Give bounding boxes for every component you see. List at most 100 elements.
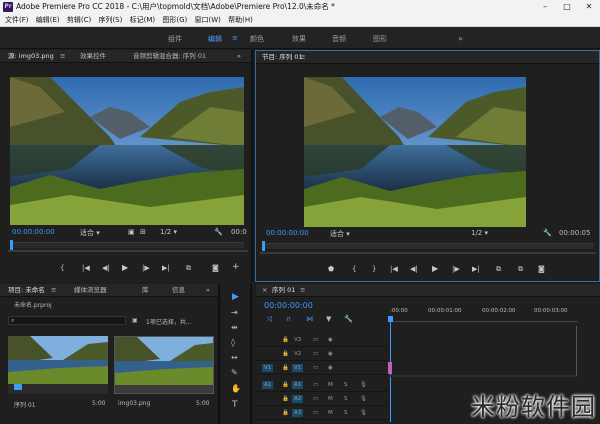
track-label[interactable]: V1 (292, 364, 304, 372)
insert-icon[interactable]: ⧉ (186, 264, 191, 273)
eye-icon[interactable]: ◉ (328, 365, 333, 371)
workspace-audio[interactable]: 音频 (332, 34, 346, 44)
play-icon[interactable]: ▶ (122, 263, 128, 272)
timeline-settings-icon[interactable]: 🔧 (344, 315, 353, 323)
sync-lock-icon[interactable]: ▭ (313, 410, 318, 416)
program-step-forward-icon[interactable]: |▶ (452, 265, 460, 273)
ripple-edit-tool-icon[interactable]: ⇹ (231, 323, 238, 332)
timeline-scrollbar[interactable] (576, 326, 580, 376)
export-frame-icon[interactable]: ◙ (212, 264, 219, 272)
hand-tool-icon[interactable]: ✋ (231, 384, 241, 393)
tab-project[interactable]: 项目: 未命名 (8, 284, 45, 296)
wrench-icon[interactable]: 🔧 (214, 228, 223, 236)
workspace-assembly[interactable]: 组件 (168, 34, 182, 44)
program-mark-out-icon[interactable]: } (372, 265, 376, 273)
pen-tool-icon[interactable]: ✎ (231, 368, 238, 377)
lock-icon[interactable]: 🔒 (282, 396, 289, 402)
timeline-timecode[interactable]: 00:00:00:00 (264, 301, 313, 310)
menu-edit[interactable]: 编辑(E) (36, 16, 60, 24)
maximize-icon[interactable]: □ (556, 0, 578, 14)
lift-icon[interactable]: ⧉ (496, 265, 501, 274)
source-playhead[interactable] (10, 240, 13, 250)
timeline-tab-menu-icon[interactable]: ≡ (300, 284, 305, 296)
tab-audio-clip-mixer[interactable]: 音频剪辑混合器: 序列 01 (133, 50, 206, 62)
microphone-icon[interactable]: 🎙 (360, 382, 367, 388)
timeline-clip[interactable] (388, 362, 392, 374)
track-label[interactable]: V2 (294, 351, 301, 357)
zoom-bar[interactable] (8, 250, 248, 252)
minimize-icon[interactable]: – (534, 0, 556, 14)
workspace-graphics[interactable]: 图形 (373, 34, 387, 44)
solo-button[interactable]: S (344, 396, 348, 402)
track-label[interactable]: A3 (292, 409, 304, 417)
tab-program[interactable]: 节目: 序列 01 (262, 51, 303, 63)
track-label[interactable]: A1 (292, 381, 304, 389)
lock-icon[interactable]: 🔒 (282, 351, 289, 357)
microphone-icon[interactable]: 🎙 (360, 410, 367, 416)
workspace-effects[interactable]: 效果 (292, 34, 306, 44)
program-export-frame-icon[interactable]: ◙ (538, 265, 545, 273)
sync-lock-icon[interactable]: ▭ (313, 382, 318, 388)
workspace-more-icon[interactable]: » (458, 34, 463, 43)
eye-icon[interactable]: ◉ (328, 351, 333, 357)
linked-selection-icon[interactable]: ⋈ (306, 315, 313, 323)
mute-button[interactable]: M (328, 410, 333, 416)
step-forward-icon[interactable]: |▶ (142, 264, 150, 272)
workspace-menu-icon[interactable]: ≡ (232, 34, 238, 42)
add-marker-icon[interactable]: ▼ (326, 315, 331, 323)
safe-margins-icon[interactable]: ⊞ (140, 228, 146, 236)
program-timecode[interactable]: 00:00:00:00 (266, 229, 309, 237)
source-fit-select[interactable]: 适合 ▾ (80, 228, 100, 238)
solo-button[interactable]: S (344, 382, 348, 388)
track-label[interactable]: A2 (292, 395, 304, 403)
add-button-icon[interactable]: + (232, 262, 240, 272)
snap-icon[interactable]: ∩ (286, 315, 291, 323)
source-resolution-select[interactable]: 1/2 ▾ (160, 228, 177, 236)
sync-lock-icon[interactable]: ▭ (313, 351, 318, 357)
tab-menu-icon[interactable]: ≡ (60, 50, 65, 62)
source-timecode[interactable]: 00:00:00:00 (12, 228, 55, 236)
program-go-to-out-icon[interactable]: ▶| (472, 265, 480, 273)
settings-icon[interactable]: ▣ (128, 228, 135, 236)
eye-icon[interactable]: ◉ (328, 337, 333, 343)
tab-source[interactable]: 源: img03.png (8, 50, 54, 62)
mark-in-icon[interactable]: { (60, 264, 64, 272)
go-to-in-icon[interactable]: |◀ (82, 264, 90, 272)
tab-libraries[interactable]: 库 (142, 284, 149, 296)
solo-button[interactable]: S (344, 410, 348, 416)
program-scrubber[interactable] (262, 241, 594, 251)
program-mark-in-icon[interactable]: { (352, 265, 356, 273)
sync-lock-icon[interactable]: ▭ (313, 396, 318, 402)
microphone-icon[interactable]: 🎙 (360, 396, 367, 402)
source-scrubber[interactable] (10, 240, 244, 250)
program-play-icon[interactable]: ▶ (432, 264, 438, 273)
add-marker-icon[interactable]: ⬟ (328, 265, 334, 273)
workspace-color[interactable]: 颜色 (250, 34, 264, 44)
project-tab-menu-icon[interactable]: ≡ (51, 284, 56, 296)
menu-window[interactable]: 窗口(W) (194, 16, 220, 24)
program-fit-select[interactable]: 适合 ▾ (330, 229, 350, 239)
track-select-tool-icon[interactable]: ⇥ (231, 308, 238, 317)
time-ruler[interactable] (388, 316, 578, 322)
program-tab-menu-icon[interactable]: ≡ (300, 51, 305, 63)
project-item-image[interactable] (114, 336, 214, 394)
mute-button[interactable]: M (328, 382, 333, 388)
bin-icon[interactable]: ▣ (132, 317, 138, 324)
menu-help[interactable]: 帮助(H) (228, 16, 253, 24)
source-patch-v1[interactable]: V1 (262, 364, 274, 372)
program-wrench-icon[interactable]: 🔧 (543, 229, 552, 237)
program-zoom-bar[interactable] (260, 252, 596, 254)
project-search-input[interactable]: ⌕ (8, 316, 126, 325)
menu-marker[interactable]: 标记(M) (130, 16, 156, 24)
go-to-out-icon[interactable]: ▶| (162, 264, 170, 272)
type-tool-icon[interactable]: T (232, 400, 238, 410)
menu-file[interactable]: 文件(F) (5, 16, 29, 24)
tab-sequence[interactable]: 序列 01 (272, 284, 295, 296)
lock-icon[interactable]: 🔒 (282, 337, 289, 343)
nest-toggle-icon[interactable]: ⤨ (266, 315, 272, 324)
program-go-to-in-icon[interactable]: |◀ (390, 265, 398, 273)
close-icon[interactable]: ✕ (578, 0, 600, 14)
sync-lock-icon[interactable]: ▭ (313, 337, 318, 343)
extract-icon[interactable]: ⧉ (518, 265, 523, 274)
sync-lock-icon[interactable]: ▭ (313, 365, 318, 371)
